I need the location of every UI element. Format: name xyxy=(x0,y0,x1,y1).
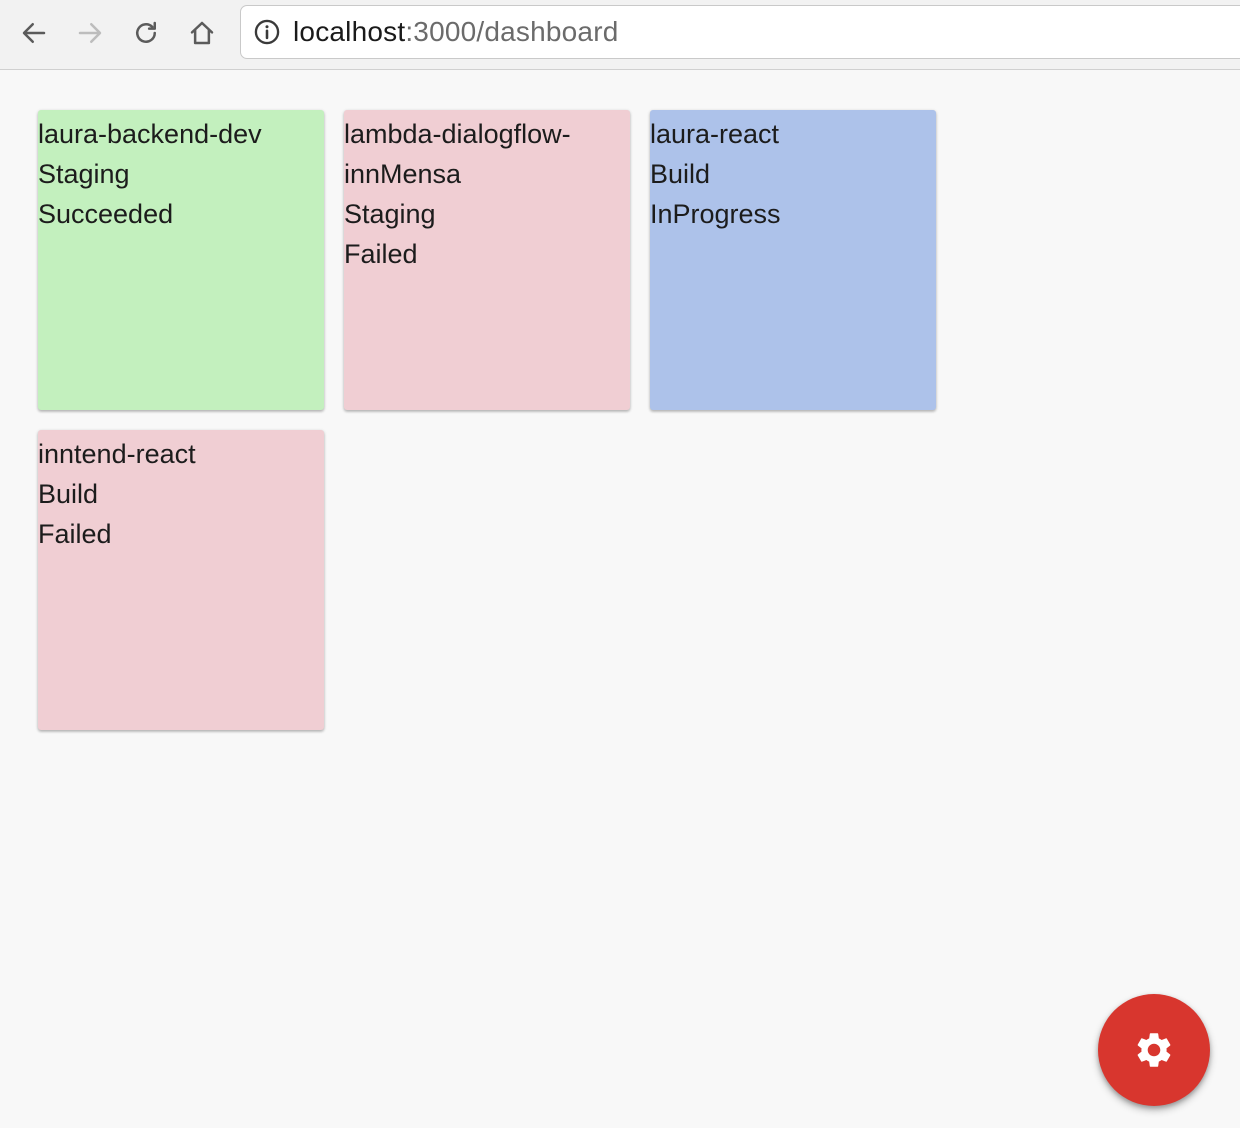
info-circle-icon[interactable] xyxy=(252,17,282,47)
card-project-name: laura-backend-dev xyxy=(38,119,262,149)
card-status: Failed xyxy=(344,239,418,269)
reload-icon xyxy=(136,21,156,43)
pipeline-card[interactable]: laura-backend-dev Staging Succeeded xyxy=(38,110,324,410)
pipeline-card[interactable]: lambda-dialogflow-innMensa Staging Faile… xyxy=(344,110,630,410)
url-text: localhost:3000/dashboard xyxy=(293,16,619,48)
address-bar[interactable]: localhost:3000/dashboard xyxy=(240,5,1240,59)
reload-button[interactable] xyxy=(126,13,166,53)
browser-toolbar: localhost:3000/dashboard xyxy=(0,0,1240,70)
card-project-name: inntend-react xyxy=(38,439,196,469)
gear-icon xyxy=(1137,1033,1171,1067)
card-stage: Build xyxy=(38,479,99,509)
pipeline-card[interactable]: inntend-react Build Failed xyxy=(38,430,324,730)
home-button[interactable] xyxy=(182,13,222,53)
arrow-left-icon xyxy=(22,23,46,43)
home-icon xyxy=(190,21,214,45)
url-host: localhost xyxy=(293,16,406,47)
card-project-name: laura-react xyxy=(650,119,780,149)
card-stage: Staging xyxy=(38,159,130,189)
card-stage: Build xyxy=(650,159,711,189)
arrow-right-icon xyxy=(78,23,102,43)
card-status: Failed xyxy=(38,519,112,549)
card-status: InProgress xyxy=(650,199,781,229)
pipeline-card[interactable]: laura-react Build InProgress xyxy=(650,110,936,410)
card-stage: Staging xyxy=(344,199,436,229)
forward-button[interactable] xyxy=(70,13,110,53)
settings-fab-button[interactable] xyxy=(1098,994,1210,1106)
card-status: Succeeded xyxy=(38,199,174,229)
url-path: :3000/dashboard xyxy=(405,16,619,47)
back-button[interactable] xyxy=(14,13,54,53)
card-project-name: lambda-dialogflow-innMensa xyxy=(344,119,571,189)
